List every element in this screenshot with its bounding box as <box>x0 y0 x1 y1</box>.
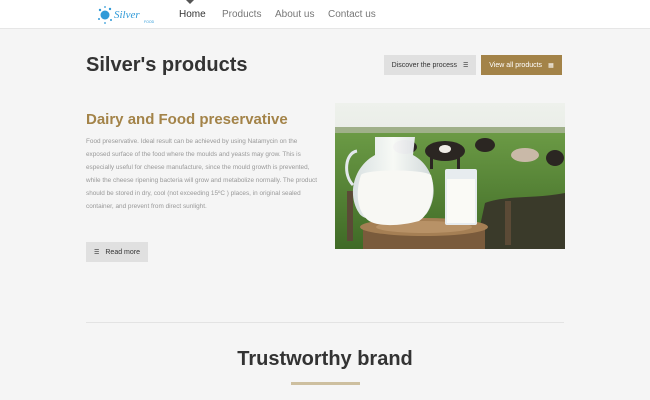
view-all-products-button[interactable]: View all products ▦ <box>481 55 562 75</box>
logo-subtext: FOOD <box>144 20 155 24</box>
nav-about-us[interactable]: About us <box>275 9 314 20</box>
silver-logo[interactable]: Silver FOOD <box>97 5 157 25</box>
page-title: Silver's products <box>86 54 248 76</box>
grid-icon: ▦ <box>548 62 554 69</box>
title-underline <box>291 382 360 385</box>
nav-home[interactable]: Home <box>179 9 206 20</box>
milk-glass <box>445 169 477 225</box>
menu-icon: ☰ <box>93 249 100 256</box>
nav-products[interactable]: Products <box>222 9 261 20</box>
logo-text: Silver <box>114 9 140 21</box>
view-all-products-label: View all products <box>489 61 543 69</box>
logo-splash-icon <box>98 6 112 24</box>
discover-process-label: Discover the process <box>391 61 457 69</box>
discover-process-button[interactable]: Discover the process ☰ <box>384 55 476 75</box>
trustworthy-brand-title: Trustworthy brand <box>237 348 413 370</box>
nav-contact-us[interactable]: Contact us <box>328 9 376 20</box>
section-title: Dairy and Food preservative <box>86 111 288 128</box>
read-more-label: Read more <box>105 248 141 256</box>
section-description: Food preservative. Ideal result can be a… <box>86 138 318 210</box>
active-nav-indicator <box>186 0 194 4</box>
read-more-button[interactable]: ☰ Read more <box>86 242 148 262</box>
top-navbar: Silver FOOD Home Products About us Conta… <box>0 0 650 29</box>
section-divider <box>86 322 564 323</box>
list-icon: ☰ <box>462 62 469 69</box>
dairy-product-photo <box>335 103 565 249</box>
